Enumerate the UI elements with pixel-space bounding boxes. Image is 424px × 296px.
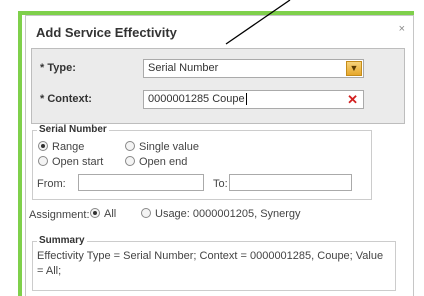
annotation-pointer-line (225, 0, 291, 45)
pointer-line (225, 0, 291, 45)
